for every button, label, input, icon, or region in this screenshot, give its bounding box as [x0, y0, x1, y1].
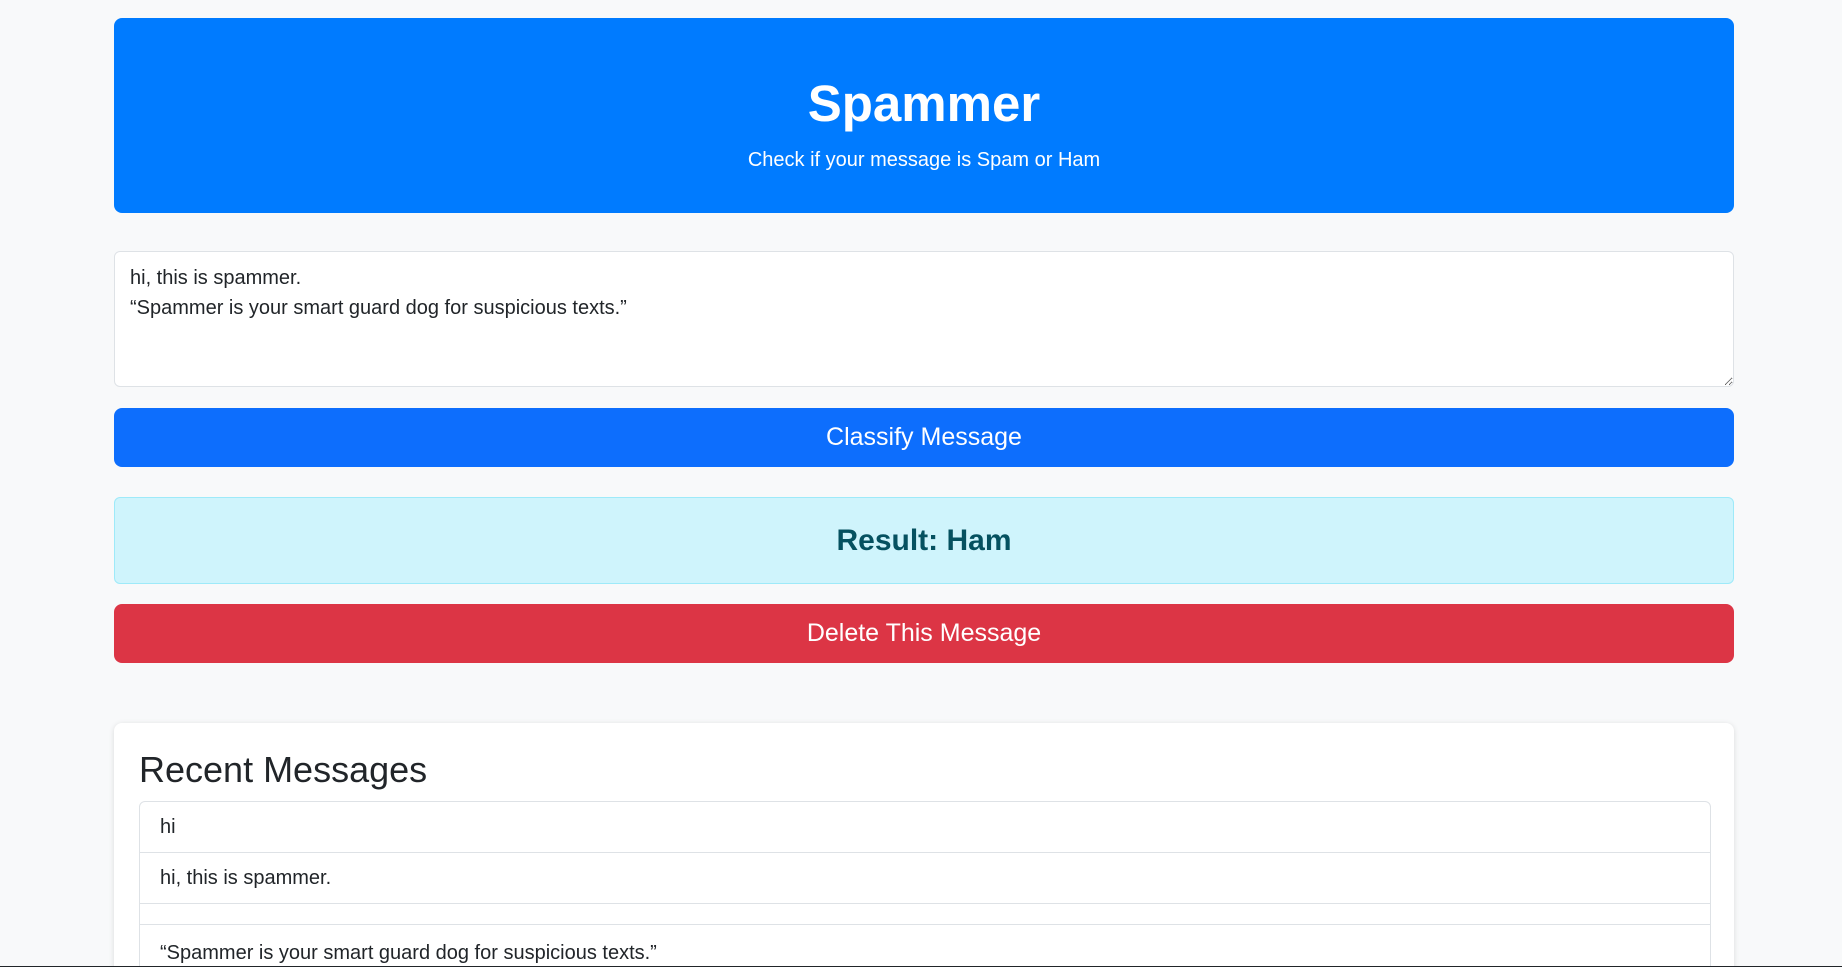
- list-item[interactable]: hi, this is spammer.: [140, 853, 1710, 904]
- message-input[interactable]: hi, this is spammer. “Spammer is your sm…: [114, 251, 1734, 387]
- delete-message-button[interactable]: Delete This Message: [114, 604, 1734, 663]
- recent-messages-title: Recent Messages: [139, 749, 428, 790]
- recent-messages-list: hi hi, this is spammer. “Spammer is your…: [139, 801, 1711, 967]
- header-banner: Spammer Check if your message is Spam or…: [114, 18, 1734, 213]
- list-item[interactable]: “Spammer is your smart guard dog for sus…: [140, 925, 1710, 967]
- app-subtitle: Check if your message is Spam or Ham: [747, 149, 1101, 171]
- classify-button[interactable]: Classify Message: [114, 408, 1734, 467]
- list-item[interactable]: hi: [140, 802, 1710, 853]
- list-item[interactable]: [140, 904, 1710, 925]
- page: Spammer Check if your message is Spam or…: [0, 0, 1842, 967]
- result-alert: Result: Ham: [114, 497, 1734, 584]
- recent-messages-card: Recent Messages hi hi, this is spammer. …: [114, 723, 1734, 967]
- app-title: Spammer: [807, 75, 1041, 132]
